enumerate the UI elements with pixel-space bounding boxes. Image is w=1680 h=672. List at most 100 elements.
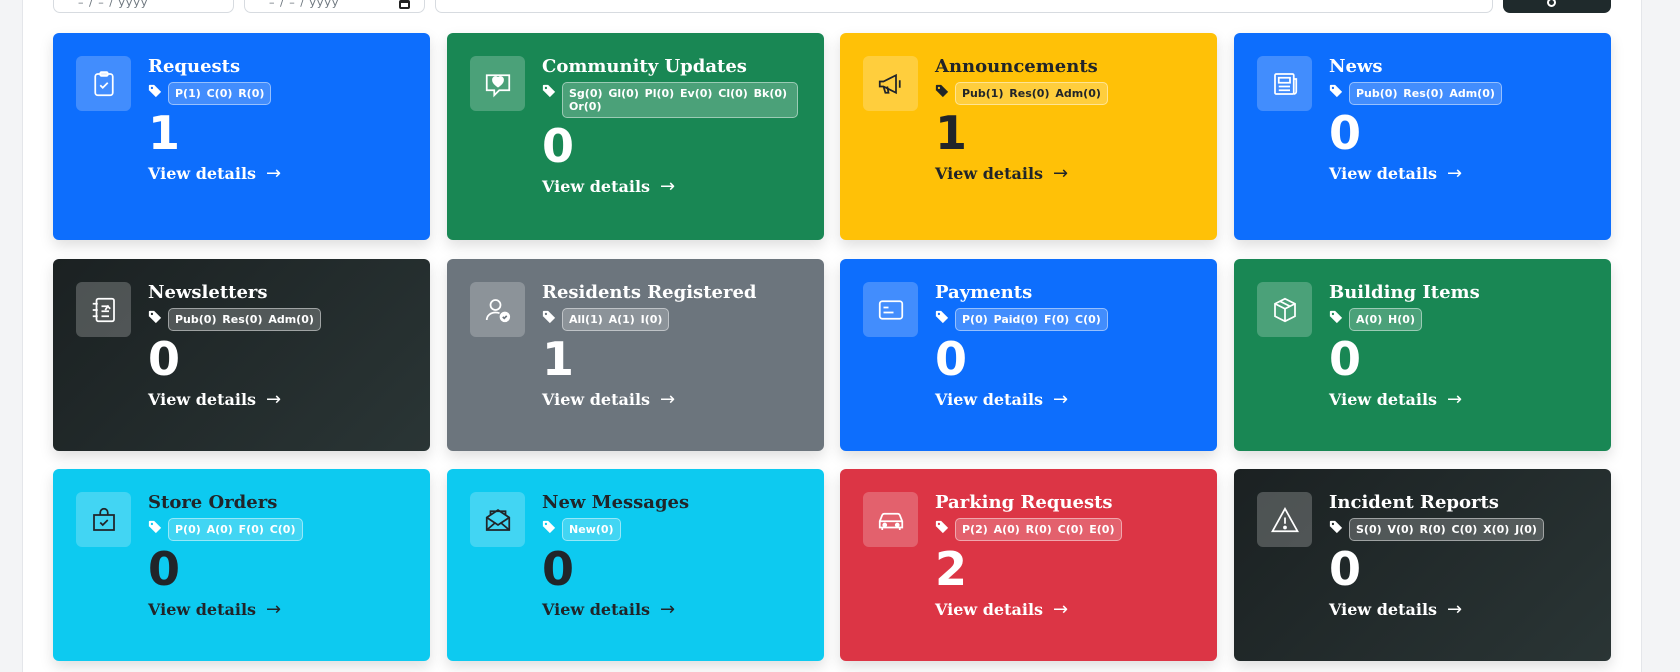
- card-payments: Payments P(0) Paid(0) F(0) C(0) 0 View d…: [840, 259, 1217, 451]
- shopping-bag-icon: [76, 492, 131, 547]
- view-details-label: View details: [148, 164, 257, 183]
- view-details-link[interactable]: View details →: [148, 163, 410, 184]
- box-icon: [1257, 282, 1312, 337]
- status-tags: Pub(0) Res(0) Adm(0): [1349, 82, 1502, 105]
- tag-icon: [542, 84, 556, 98]
- card-count: 1: [935, 106, 968, 160]
- card-title: Newsletters: [148, 282, 268, 303]
- arrow-right-icon: →: [660, 599, 676, 620]
- status-tags: Sg(0) Gl(0) Pl(0) Ev(0) Cl(0) Bk(0) Or(0…: [562, 82, 798, 118]
- date-from-input[interactable]: – / – / yyyy: [53, 0, 234, 13]
- tag-icon: [935, 520, 949, 534]
- calendar-icon[interactable]: [399, 0, 410, 9]
- view-details-link[interactable]: View details →: [1329, 163, 1591, 184]
- card-requests: Requests P(1) C(0) R(0) 1 View details →: [53, 33, 430, 240]
- card-title: Incident Reports: [1329, 492, 1499, 513]
- view-details-link[interactable]: View details →: [542, 176, 804, 197]
- arrow-right-icon: →: [266, 389, 282, 410]
- card-news: News Pub(0) Res(0) Adm(0) 0 View details…: [1234, 33, 1611, 240]
- card-newsletters: Newsletters Pub(0) Res(0) Adm(0) 0 View …: [53, 259, 430, 451]
- tag-icon: [935, 84, 949, 98]
- tag-icon: [1329, 520, 1343, 534]
- view-details-link[interactable]: View details →: [542, 389, 804, 410]
- car-icon: [863, 492, 918, 547]
- card-incident-reports: Incident Reports S(0) V(0) R(0) C(0) X(0…: [1234, 469, 1611, 661]
- card-count: 0: [935, 332, 968, 386]
- view-details-link[interactable]: View details →: [148, 599, 410, 620]
- card-count: 0: [148, 332, 181, 386]
- warning-triangle-icon: [1257, 492, 1312, 547]
- card-count: 0: [542, 119, 575, 173]
- search-button[interactable]: [1503, 0, 1611, 13]
- status-tags: A(0) H(0): [1349, 308, 1422, 331]
- status-tags: New(0): [562, 518, 621, 541]
- view-details-link[interactable]: View details →: [935, 599, 1197, 620]
- arrow-right-icon: →: [1447, 163, 1463, 184]
- date-to-input[interactable]: – / – / yyyy: [244, 0, 425, 13]
- card-title: New Messages: [542, 492, 690, 513]
- card-title: Building Items: [1329, 282, 1480, 303]
- status-tags: P(1) C(0) R(0): [168, 82, 272, 105]
- credit-card-icon: [863, 282, 918, 337]
- view-details-label: View details: [1329, 164, 1438, 183]
- card-title: Announcements: [935, 56, 1098, 77]
- card-title: Payments: [935, 282, 1033, 303]
- tag-icon: [1329, 84, 1343, 98]
- card-new-messages: New Messages New(0) 0 View details →: [447, 469, 824, 661]
- view-details-label: View details: [542, 390, 651, 409]
- view-details-link[interactable]: View details →: [542, 599, 804, 620]
- card-count: 2: [935, 542, 968, 596]
- card-community-updates: Community Updates Sg(0) Gl(0) Pl(0) Ev(0…: [447, 33, 824, 240]
- view-details-label: View details: [935, 164, 1044, 183]
- view-details-label: View details: [935, 390, 1044, 409]
- arrow-right-icon: →: [1053, 599, 1069, 620]
- date-to-placeholder: – / – / yyyy: [269, 0, 340, 9]
- tag-icon: [542, 520, 556, 534]
- card-count: 0: [1329, 332, 1362, 386]
- card-count: 0: [1329, 542, 1362, 596]
- card-parking-requests: Parking Requests P(2) A(0) R(0) C(0) E(0…: [840, 469, 1217, 661]
- view-details-link[interactable]: View details →: [1329, 389, 1591, 410]
- card-announcements: Announcements Pub(1) Res(0) Adm(0) 1 Vie…: [840, 33, 1217, 240]
- card-title: Community Updates: [542, 56, 747, 77]
- status-tags: Pub(1) Res(0) Adm(0): [955, 82, 1108, 105]
- tag-icon: [935, 310, 949, 324]
- view-details-label: View details: [542, 177, 651, 196]
- clipboard-check-icon: [76, 56, 131, 111]
- card-count: 1: [148, 106, 181, 160]
- view-details-label: View details: [542, 600, 651, 619]
- status-tags: Pub(0) Res(0) Adm(0): [168, 308, 321, 331]
- card-residents-registered: Residents Registered All(1) A(1) I(0) 1 …: [447, 259, 824, 451]
- arrow-right-icon: →: [660, 176, 676, 197]
- card-store-orders: Store Orders P(0) A(0) F(0) C(0) 0 View …: [53, 469, 430, 661]
- date-from-placeholder: – / – / yyyy: [78, 0, 149, 9]
- chat-heart-icon: [470, 56, 525, 111]
- card-building-items: Building Items A(0) H(0) 0 View details …: [1234, 259, 1611, 451]
- arrow-right-icon: →: [1447, 599, 1463, 620]
- arrow-right-icon: →: [1053, 163, 1069, 184]
- view-details-link[interactable]: View details →: [935, 389, 1197, 410]
- arrow-right-icon: →: [266, 599, 282, 620]
- card-title: News: [1329, 56, 1383, 77]
- arrow-right-icon: →: [266, 163, 282, 184]
- tag-icon: [1329, 310, 1343, 324]
- view-details-link[interactable]: View details →: [1329, 599, 1591, 620]
- card-title: Parking Requests: [935, 492, 1113, 513]
- view-details-label: View details: [935, 600, 1044, 619]
- status-tags: All(1) A(1) I(0): [562, 308, 670, 331]
- search-icon: [1547, 0, 1556, 7]
- status-tags: P(0) Paid(0) F(0) C(0): [955, 308, 1108, 331]
- tag-icon: [148, 84, 162, 98]
- view-details-label: View details: [148, 600, 257, 619]
- view-details-link[interactable]: View details →: [935, 163, 1197, 184]
- arrow-right-icon: →: [1447, 389, 1463, 410]
- status-tags: P(0) A(0) F(0) C(0): [168, 518, 303, 541]
- newspaper-icon: [1257, 56, 1312, 111]
- card-title: Store Orders: [148, 492, 278, 513]
- search-input[interactable]: [435, 0, 1493, 13]
- view-details-label: View details: [1329, 600, 1438, 619]
- person-check-icon: [470, 282, 525, 337]
- arrow-right-icon: →: [1053, 389, 1069, 410]
- view-details-link[interactable]: View details →: [148, 389, 410, 410]
- tag-icon: [542, 310, 556, 324]
